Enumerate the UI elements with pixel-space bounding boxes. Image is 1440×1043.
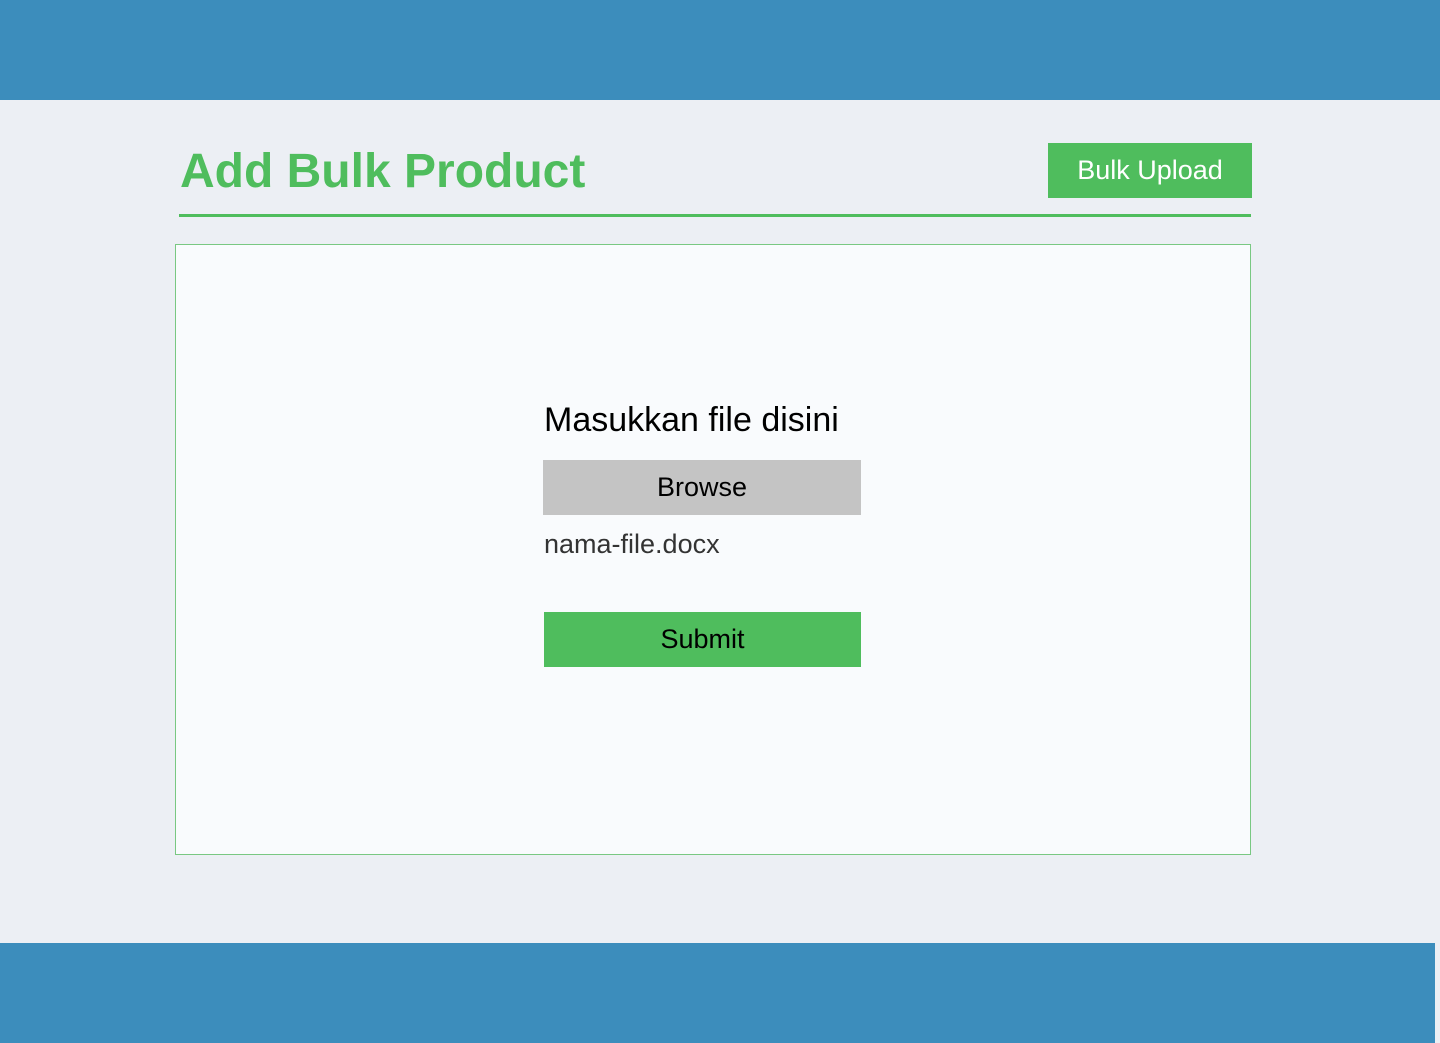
browse-button[interactable]: Browse: [543, 460, 861, 515]
page-title: Add Bulk Product: [180, 145, 586, 198]
footer-bar: [0, 943, 1435, 1043]
selected-file-name: nama-file.docx: [544, 529, 720, 559]
upload-prompt-label: Masukkan file disini: [544, 401, 839, 439]
top-nav-bar: [0, 0, 1440, 100]
title-divider: [179, 214, 1251, 217]
bulk-upload-button[interactable]: Bulk Upload: [1048, 143, 1252, 198]
submit-button[interactable]: Submit: [544, 612, 861, 667]
